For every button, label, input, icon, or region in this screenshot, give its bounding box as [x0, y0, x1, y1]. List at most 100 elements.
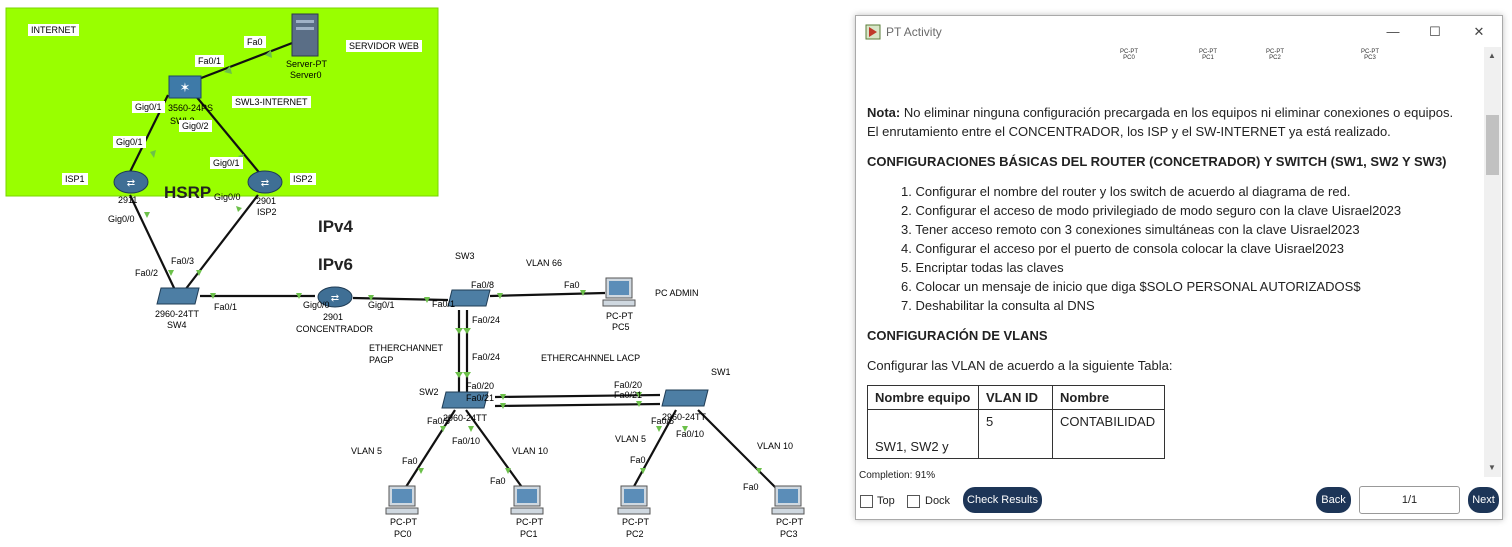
vertical-scrollbar[interactable]: ▲ ▼	[1484, 47, 1501, 477]
port-label: Fa0/2	[135, 268, 159, 278]
scroll-up-icon[interactable]: ▲	[1488, 51, 1496, 60]
swl3-internet-label: SWL3-INTERNET	[232, 96, 311, 108]
table-header: Nombre equipo	[867, 385, 979, 410]
port-label: Fa0/8	[471, 280, 495, 290]
title-bar[interactable]: PT Activity — ☐ ✕	[856, 16, 1502, 47]
note-text: No eliminar ninguna configuración precar…	[900, 105, 1454, 120]
port-label: Fa0/5	[427, 416, 451, 426]
footer-bar: Completion: 91% Top Dock Check Results B…	[856, 470, 1502, 519]
pt-activity-window[interactable]: PT Activity — ☐ ✕ PC-PT PC0 PC-PT PC1 PC…	[855, 15, 1503, 520]
pc-icon-pc3[interactable]	[771, 484, 805, 516]
pt-app-icon	[865, 24, 881, 40]
pc-admin-label: PC ADMIN	[652, 287, 702, 299]
pc-icon-pc0[interactable]	[385, 484, 419, 516]
port-label: Fa0/20	[614, 380, 643, 390]
port-label: Fa0/10	[676, 429, 705, 439]
switch-icon-sw1[interactable]	[660, 388, 710, 408]
port-label: Fa0	[244, 36, 266, 48]
note-line-1: Nota: No eliminar ninguna configuración …	[867, 105, 1453, 120]
sw3-name: SW3	[452, 250, 478, 262]
port-label: Fa0/1	[195, 55, 225, 67]
pc-icon-pc5[interactable]	[602, 276, 636, 308]
router-icon-isp1[interactable]: ⇄	[112, 168, 150, 196]
step-item: 6. Colocar un mensaje de inicio que diga…	[901, 279, 1361, 294]
pc5-name: PC5	[612, 322, 630, 332]
svg-text:⇄: ⇄	[331, 293, 339, 304]
port-label: Fa0/24	[472, 315, 501, 325]
sw2-tag: SW2	[416, 386, 442, 398]
scroll-down-icon[interactable]: ▼	[1488, 463, 1496, 472]
port-label: Fa0/20	[466, 381, 495, 391]
ipv4-label: IPv4	[318, 217, 353, 236]
step-item: 1. Configurar el nombre del router y los…	[901, 184, 1351, 199]
close-icon[interactable]: ✕	[1466, 22, 1492, 42]
scrollbar-thumb[interactable]	[1486, 115, 1499, 175]
instructions-content[interactable]: PC-PT PC0 PC-PT PC1 PC-PT PC2 PC-PT PC3 …	[856, 47, 1483, 477]
server-web-label: SERVIDOR WEB	[346, 40, 422, 52]
swl3-model: 3560-24PS	[168, 103, 214, 113]
isp1-model: 2911	[118, 195, 138, 205]
step-item: 2. Configurar el acceso de modo privileg…	[901, 203, 1402, 218]
router-icon-isp2[interactable]: ⇄	[246, 168, 284, 196]
vlan10-label-a: VLAN 10	[509, 445, 552, 457]
port-label: Gig0/1	[132, 101, 165, 113]
vlan5-label-b: VLAN 5	[612, 433, 650, 445]
port-label: Gig0/2	[179, 120, 212, 132]
conc-name: CONCENTRADOR	[296, 324, 374, 334]
top-checkbox[interactable]	[860, 495, 873, 508]
thumb-pc-name: PC0	[1123, 55, 1135, 61]
table-cell: SW1, SW2 y	[867, 409, 979, 459]
thumb-pc0: PC-PT PC0	[1114, 49, 1144, 61]
svg-text:⇄: ⇄	[261, 178, 269, 189]
step-item: 7. Deshabilitar la consulta al DNS	[901, 298, 1095, 313]
internet-zone-label: INTERNET	[28, 24, 79, 36]
pc-icon-pc1[interactable]	[510, 484, 544, 516]
isp2-name: ISP2	[257, 207, 277, 217]
thumb-pc-name: PC2	[1269, 55, 1281, 61]
dock-checkbox[interactable]	[907, 495, 920, 508]
svg-text:✶: ✶	[180, 80, 191, 95]
server-name: Server0	[290, 70, 322, 80]
port-label: Fa0/1	[214, 302, 238, 312]
isp2-tag: ISP2	[290, 173, 316, 185]
heading-basic-config: CONFIGURACIONES BÁSICAS DEL ROUTER (CONC…	[867, 154, 1447, 169]
page-indicator: 1/1	[1359, 486, 1460, 514]
port-label: Gig0/0	[108, 214, 135, 224]
vlan10-label-b: VLAN 10	[754, 440, 797, 452]
port-label: Fa0/1	[432, 299, 456, 309]
port-label: Gig0/1	[368, 300, 395, 310]
etherchannel-pagp-label-2: PAGP	[366, 354, 397, 366]
check-results-button[interactable]: Check Results	[963, 487, 1042, 513]
minimize-icon[interactable]: —	[1380, 22, 1406, 42]
port-label: Fa0/10	[452, 436, 481, 446]
pc3-model: PC-PT	[776, 517, 803, 527]
port-label: Fa0	[402, 456, 418, 466]
isp2-model: 2901	[256, 196, 277, 206]
thumb-pc2: PC-PT PC2	[1260, 49, 1290, 61]
port-label: Fa0/21	[466, 393, 495, 403]
switch-icon-sw4[interactable]	[155, 286, 201, 306]
pc1-model: PC-PT	[516, 517, 543, 527]
server-icon[interactable]	[290, 12, 322, 58]
sw1-tag: SW1	[708, 366, 734, 378]
thumb-pc1: PC-PT PC1	[1193, 49, 1223, 61]
conc-model: 2901	[323, 312, 344, 322]
topology-canvas[interactable]: ✶ ⇄ ⇄ ⇄ INTERNET SERVIDOR WEB SWL3-INTER…	[0, 0, 850, 547]
pc-icon-pc2[interactable]	[617, 484, 651, 516]
completion-status: Completion: 91%	[859, 470, 936, 481]
port-label: Fa0	[630, 455, 646, 465]
back-button[interactable]: Back	[1316, 487, 1351, 513]
svg-text:⇄: ⇄	[127, 178, 135, 189]
note-line-2: El enrutamiento entre el CONCENTRADOR, l…	[867, 124, 1391, 139]
port-label: Fa0/3	[171, 256, 195, 266]
vlan66-label: VLAN 66	[523, 257, 566, 269]
maximize-icon[interactable]: ☐	[1422, 22, 1448, 42]
top-label: Top	[877, 495, 895, 507]
sw4-model: 2960-24TT	[155, 309, 200, 319]
pc0-model: PC-PT	[390, 517, 417, 527]
note-bold: Nota:	[867, 105, 901, 120]
isp1-tag: ISP1	[62, 173, 88, 185]
multilayer-switch-icon[interactable]: ✶	[168, 72, 202, 100]
table-cell: 5	[978, 409, 1053, 459]
next-button[interactable]: Next	[1468, 487, 1499, 513]
